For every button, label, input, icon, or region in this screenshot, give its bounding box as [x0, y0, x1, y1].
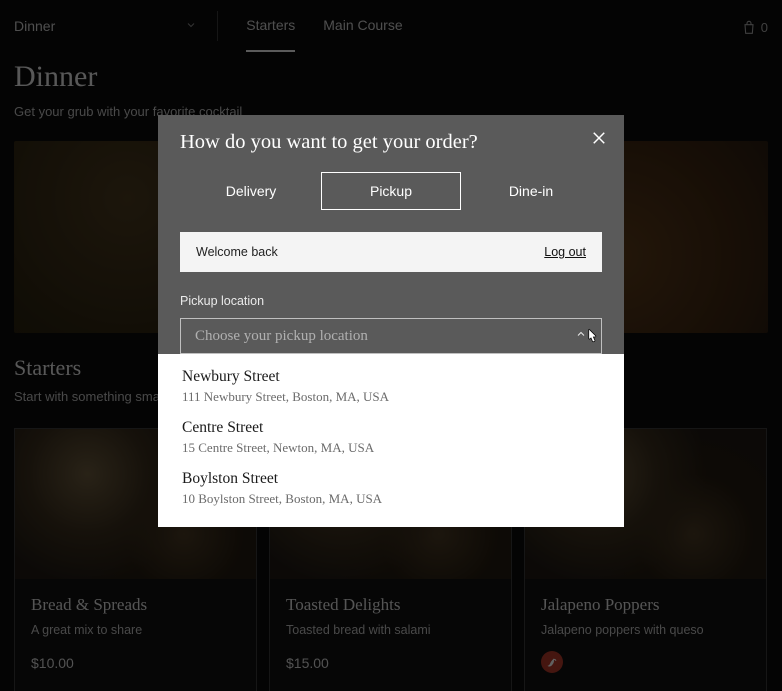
location-option[interactable]: Centre Street 15 Centre Street, Newton, …	[182, 419, 600, 456]
fulfillment-tabs: Delivery Pickup Dine-in	[180, 172, 602, 210]
location-address: 111 Newbury Street, Boston, MA, USA	[182, 389, 600, 405]
spicy-icon	[541, 651, 563, 673]
dish-price: $10.00	[31, 655, 240, 671]
pickup-location-field: Choose your pickup location Newbury Stre…	[180, 318, 602, 354]
close-button[interactable]	[590, 129, 608, 152]
menu-category-label: Dinner	[14, 18, 55, 34]
nav-tab-starters[interactable]: Starters	[246, 0, 295, 52]
chevron-down-icon	[185, 18, 197, 34]
menu-category-dropdown[interactable]: Dinner	[14, 11, 218, 41]
top-bar: Dinner Starters Main Course 0	[0, 0, 782, 52]
modal-title: How do you want to get your order?	[180, 131, 602, 154]
dish-price: $15.00	[286, 655, 495, 671]
chevron-up-icon	[575, 328, 587, 345]
location-name: Newbury Street	[182, 368, 600, 386]
page-title: Dinner	[14, 60, 768, 94]
tab-label: Dine-in	[509, 183, 553, 199]
dish-description: Jalapeno poppers with queso	[541, 623, 750, 637]
tab-label: Delivery	[226, 183, 277, 199]
location-address: 10 Boylston Street, Boston, MA, USA	[182, 491, 600, 507]
nav-tab-main-course[interactable]: Main Course	[323, 0, 402, 52]
tab-delivery[interactable]: Delivery	[181, 172, 321, 210]
cart-button[interactable]: 0	[741, 14, 768, 39]
location-name: Centre Street	[182, 419, 600, 437]
bag-icon	[741, 20, 757, 39]
welcome-banner: Welcome back Log out	[180, 232, 602, 272]
order-method-modal: How do you want to get your order? Deliv…	[158, 115, 624, 354]
location-option[interactable]: Boylston Street 10 Boylston Street, Bost…	[182, 470, 600, 507]
nav-tab-label: Starters	[246, 17, 295, 33]
cart-count: 0	[761, 20, 768, 35]
location-name: Boylston Street	[182, 470, 600, 488]
pickup-location-label: Pickup location	[180, 294, 602, 308]
tab-pickup[interactable]: Pickup	[321, 172, 461, 210]
nav-tab-label: Main Course	[323, 17, 402, 33]
tab-dine-in[interactable]: Dine-in	[461, 172, 601, 210]
welcome-text: Welcome back	[196, 245, 278, 259]
select-placeholder: Choose your pickup location	[195, 328, 368, 345]
tab-label: Pickup	[370, 183, 412, 199]
dish-description: Toasted bread with salami	[286, 623, 495, 637]
logout-link[interactable]: Log out	[544, 245, 586, 259]
dish-title: Bread & Spreads	[31, 595, 240, 615]
dish-title: Jalapeno Poppers	[541, 595, 750, 615]
location-address: 15 Centre Street, Newton, MA, USA	[182, 440, 600, 456]
dish-description: A great mix to share	[31, 623, 240, 637]
pickup-location-select[interactable]: Choose your pickup location	[180, 318, 602, 354]
section-nav: Starters Main Course	[246, 0, 402, 52]
dish-title: Toasted Delights	[286, 595, 495, 615]
location-option[interactable]: Newbury Street 111 Newbury Street, Bosto…	[182, 368, 600, 405]
pickup-location-dropdown: Newbury Street 111 Newbury Street, Bosto…	[158, 354, 624, 527]
